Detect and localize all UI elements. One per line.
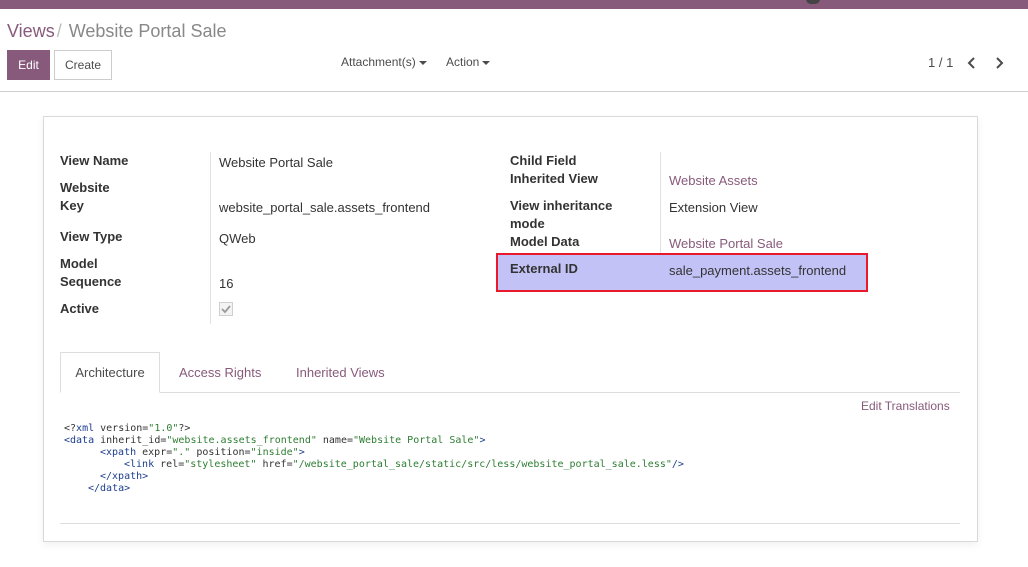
- view-type-label: View Type: [60, 229, 123, 244]
- breadcrumb-separator: /: [56, 21, 62, 41]
- user-avatar[interactable]: [806, 0, 820, 4]
- inheritance-mode-value: Extension View: [669, 200, 758, 215]
- key-value: website_portal_sale.assets_frontend: [219, 200, 431, 215]
- edit-translations-link[interactable]: Edit Translations: [861, 399, 950, 413]
- breadcrumb-views-link[interactable]: Views: [7, 21, 55, 41]
- code-token: rel=: [154, 459, 185, 470]
- caret-down-icon: [418, 60, 427, 65]
- code-token: ".": [172, 447, 191, 458]
- code-token: xml: [76, 423, 95, 434]
- model-data-label: Model Data: [510, 234, 580, 249]
- code-token: </xpath>: [100, 471, 149, 482]
- code-token: "/website_portal_sale/static/src/less/we…: [292, 459, 672, 470]
- code-token: <link: [124, 459, 155, 470]
- tab-inherited-views[interactable]: Inherited Views: [296, 352, 385, 393]
- code-token: expr=: [136, 447, 173, 458]
- inherited-view-link[interactable]: Website Assets: [669, 172, 758, 190]
- view-type-value: QWeb: [219, 231, 256, 246]
- code-line: <data inherit_id="website.assets_fronten…: [64, 435, 684, 447]
- key-label: Key: [60, 198, 84, 213]
- code-token: inherit_id=: [94, 435, 167, 446]
- view-name-value: Website Portal Sale: [219, 155, 333, 170]
- code-token: <data: [64, 435, 95, 446]
- control-panel: Views / Website Portal Sale Edit Create At…: [0, 9, 1028, 92]
- code-token: "inside": [250, 447, 299, 458]
- code-line: <xpath expr="." position="inside">: [64, 447, 684, 459]
- action-label: Action: [446, 55, 480, 69]
- code-token: >: [298, 447, 305, 458]
- active-checkbox: [219, 302, 233, 316]
- code-line: <link rel="stylesheet" href="/website_po…: [64, 459, 684, 471]
- left-column-divider: [210, 152, 211, 324]
- create-button[interactable]: Create: [54, 50, 112, 80]
- code-token: "1.0": [148, 423, 179, 434]
- code-token: version=: [94, 423, 149, 434]
- attachments-label: Attachment(s): [341, 55, 416, 69]
- code-line: </xpath>: [64, 471, 684, 483]
- inheritance-mode-label-cont: mode: [510, 216, 545, 231]
- checkmark-icon: [221, 305, 231, 314]
- model-label: Model: [60, 256, 98, 271]
- inherited-view-label: Inherited View: [510, 171, 598, 186]
- code-token: "website.assets_frontend": [166, 435, 317, 446]
- model-data-link[interactable]: Website Portal Sale: [669, 235, 783, 253]
- breadcrumb-current: Website Portal Sale: [68, 21, 227, 41]
- attachments-dropdown[interactable]: Attachment(s): [341, 55, 427, 69]
- chevron-left-icon[interactable]: [964, 55, 980, 71]
- inheritance-mode-label: View inheritance: [510, 198, 613, 213]
- code-token: >: [479, 435, 486, 446]
- code-bottom-divider: [60, 523, 960, 524]
- active-label: Active: [60, 301, 100, 316]
- code-line: <?xml version="1.0"?>: [64, 423, 684, 435]
- code-token: <?: [64, 423, 77, 434]
- tab-architecture[interactable]: Architecture: [60, 352, 160, 393]
- breadcrumb: Views / Website Portal Sale: [7, 21, 226, 42]
- website-label: Website: [60, 180, 110, 195]
- code-token: position=: [190, 447, 251, 458]
- caret-down-icon: [482, 60, 491, 65]
- code-token: href=: [256, 459, 293, 470]
- tab-access-rights[interactable]: Access Rights: [179, 352, 261, 393]
- edit-button[interactable]: Edit: [7, 50, 50, 80]
- code-token: <xpath: [100, 447, 137, 458]
- arch-code-editor[interactable]: <?xml version="1.0"?> <data inherit_id="w…: [64, 423, 684, 495]
- code-token: "stylesheet": [184, 459, 257, 470]
- view-name-label: View Name: [60, 153, 129, 168]
- code-line: </data>: [64, 483, 684, 495]
- pager-value[interactable]: 1 / 1: [928, 55, 953, 70]
- chevron-right-icon[interactable]: [991, 55, 1007, 71]
- code-token: ?>: [178, 423, 191, 434]
- action-dropdown[interactable]: Action: [446, 55, 491, 69]
- top-navbar: [0, 0, 1028, 9]
- code-token: />: [671, 459, 684, 470]
- code-token: name=: [316, 435, 353, 446]
- code-token: "Website Portal Sale": [353, 435, 480, 446]
- sequence-label: Sequence: [60, 274, 122, 289]
- sequence-value: 16: [219, 276, 234, 291]
- external-id-value: sale_payment.assets_frontend: [669, 263, 847, 278]
- code-token: </data>: [88, 483, 131, 494]
- child-field-label: Child Field: [510, 153, 577, 168]
- external-id-label: External ID: [510, 261, 578, 276]
